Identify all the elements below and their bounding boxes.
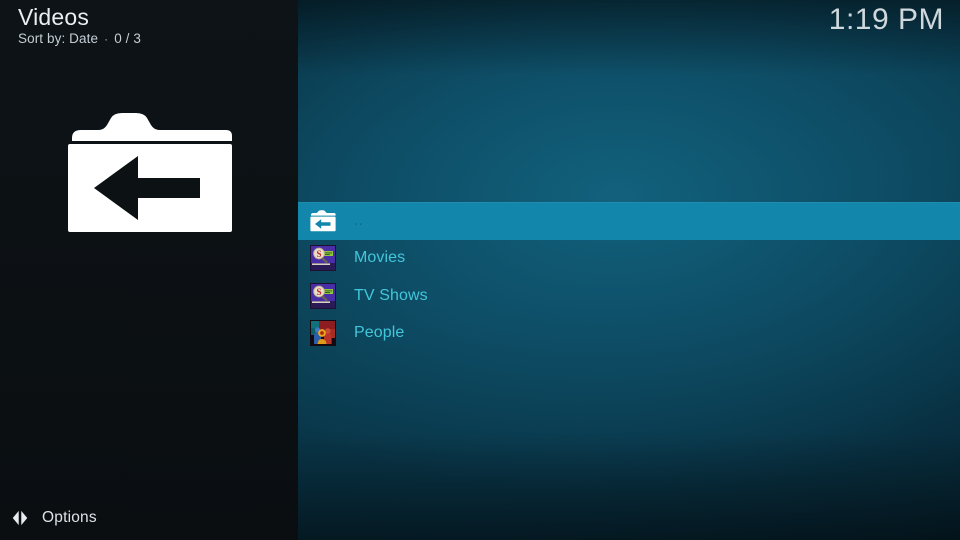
folder-up-small-icon xyxy=(308,208,338,234)
sort-and-count-line: Sort by: Date · 0 / 3 xyxy=(18,31,141,46)
list-item-label: Movies xyxy=(354,249,406,267)
separator-dot: · xyxy=(104,32,109,46)
header: Videos Sort by: Date · 0 / 3 xyxy=(18,4,141,46)
svg-text:S: S xyxy=(316,287,321,297)
movies-scraper-thumb-icon: S xyxy=(308,245,338,272)
tvshows-scraper-thumb-icon: S xyxy=(308,282,338,309)
page-title: Videos xyxy=(18,4,90,30)
kodi-videos-screen: Videos Sort by: Date · 0 / 3 1:19 PM .. … xyxy=(0,0,960,540)
list-item-label: .. xyxy=(354,211,364,229)
clock: 1:19 PM xyxy=(828,3,944,36)
folder-up-icon xyxy=(68,108,232,232)
svg-text:S: S xyxy=(316,249,321,259)
list-item-people[interactable]: People xyxy=(298,315,960,353)
list-item-movies[interactable]: S Movies xyxy=(298,240,960,278)
list-item-label: TV Shows xyxy=(354,286,428,304)
list-item-label: People xyxy=(354,324,405,342)
list-item-tv-shows[interactable]: S TV Shows xyxy=(298,277,960,315)
people-thumb-icon xyxy=(308,320,338,347)
options-bar[interactable]: Options xyxy=(0,496,298,540)
left-info-panel xyxy=(0,0,298,540)
item-count: 0 / 3 xyxy=(114,31,141,46)
left-right-arrows-icon xyxy=(8,506,32,530)
list-item-parent-directory[interactable]: .. xyxy=(298,202,960,240)
options-label: Options xyxy=(42,509,97,526)
sort-label[interactable]: Sort by: Date xyxy=(18,31,98,46)
file-list[interactable]: .. S Movies S TV Shows People xyxy=(298,202,960,352)
